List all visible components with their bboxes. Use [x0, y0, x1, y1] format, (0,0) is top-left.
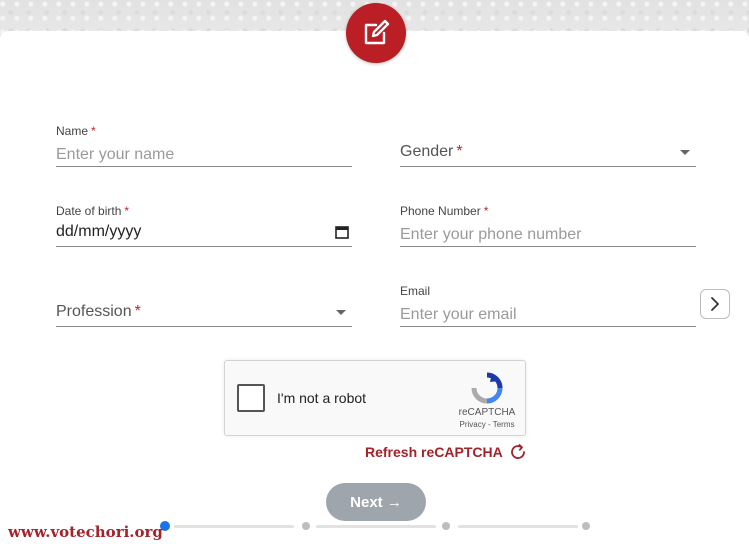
watermark: www.votechori.org [8, 523, 163, 541]
form-card: Name* Gender* Date of birth* dd/mm/yyyy … [0, 31, 749, 544]
profession-select[interactable]: Profession * [56, 303, 352, 327]
refresh-recaptcha-label: Refresh reCAPTCHA [365, 444, 503, 460]
progress-line [458, 525, 578, 528]
recaptcha-label: I'm not a robot [277, 390, 367, 406]
dob-input[interactable]: dd/mm/yyyy [56, 223, 352, 247]
phone-input[interactable] [400, 223, 696, 247]
profession-label: Profession [56, 303, 132, 320]
next-arrow-button[interactable] [700, 289, 730, 319]
dob-label: Date of birth * [56, 204, 130, 218]
required-mark: * [124, 204, 130, 218]
name-field: Name * [56, 124, 352, 172]
recaptcha-links[interactable]: Privacy - Terms [453, 420, 521, 429]
gender-select[interactable]: Gender * [400, 143, 696, 167]
required-mark: * [134, 303, 141, 320]
progress-line [316, 525, 436, 528]
dropdown-caret-icon [336, 310, 346, 315]
refresh-recaptcha-link[interactable]: Refresh reCAPTCHA [365, 443, 527, 461]
edit-icon [364, 19, 390, 45]
recaptcha-widget: I'm not a robot reCAPTCHA Privacy - Term… [224, 360, 526, 436]
chevron-right-icon [711, 297, 719, 311]
progress-step-4 [582, 522, 590, 530]
gender-label: Gender [400, 143, 454, 160]
required-mark: * [91, 124, 96, 138]
email-label: Email [400, 284, 431, 298]
email-input[interactable] [400, 303, 696, 327]
step-progress [160, 520, 594, 532]
phone-label: Phone Number * [400, 204, 489, 218]
progress-line [174, 525, 294, 528]
dob-value: dd/mm/yyyy [56, 223, 142, 240]
progress-step-2 [302, 522, 310, 530]
email-field: Email [400, 284, 696, 332]
refresh-icon [510, 444, 525, 459]
recaptcha-brand: reCAPTCHA [458, 407, 516, 418]
required-mark: * [483, 204, 489, 218]
next-button[interactable]: Next → [326, 483, 426, 521]
dropdown-caret-icon [680, 150, 690, 155]
dob-field: Date of birth * dd/mm/yyyy [56, 204, 352, 252]
progress-step-3 [442, 522, 450, 530]
gender-field: Gender * [400, 124, 696, 172]
name-input[interactable] [56, 143, 352, 167]
recaptcha-checkbox[interactable] [237, 384, 265, 412]
calendar-icon[interactable] [334, 224, 350, 240]
recaptcha-logo-icon [471, 372, 503, 404]
profession-field: Profession * [56, 284, 352, 332]
phone-field: Phone Number * [400, 204, 696, 252]
required-mark: * [456, 143, 463, 160]
name-label: Name * [56, 124, 96, 138]
edit-icon-badge [346, 3, 406, 63]
